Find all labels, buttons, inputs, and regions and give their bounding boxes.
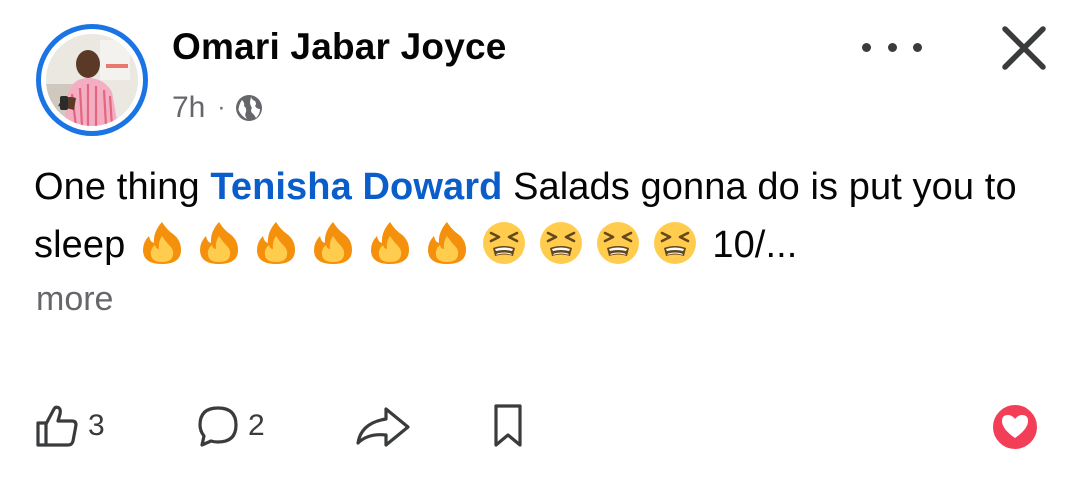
post-text-before-mention: One thing <box>34 166 211 208</box>
author-avatar-ring[interactable] <box>36 24 148 136</box>
share-arrow-icon <box>356 407 410 447</box>
more-options-icon <box>862 42 871 52</box>
thumbs-up-icon <box>36 405 78 447</box>
comment-bubble-icon <box>198 406 238 447</box>
fire-emoji <box>314 221 353 264</box>
bookmark-icon <box>494 404 522 447</box>
close-button[interactable] <box>994 18 1054 78</box>
post-meta: 7h · <box>172 88 263 128</box>
author-name[interactable]: Omari Jabar Joyce <box>172 26 507 68</box>
emoji-row <box>139 220 698 266</box>
comment-count: 2 <box>248 409 265 442</box>
avatar[interactable] <box>46 34 138 126</box>
like-button[interactable]: 3 <box>34 396 105 456</box>
fire-emoji <box>257 221 296 264</box>
heart-reaction-badge <box>991 403 1039 451</box>
fire-emoji <box>428 221 467 264</box>
mention-link[interactable]: Tenisha Doward <box>210 166 502 208</box>
heart-reaction-icon[interactable] <box>990 402 1040 452</box>
profile-photo <box>46 34 138 126</box>
more-options-button[interactable] <box>862 30 922 64</box>
fire-emoji <box>143 221 182 264</box>
meta-separator: · <box>217 94 226 121</box>
tired-face-emoji <box>483 221 526 264</box>
post-timestamp[interactable]: 7h <box>172 91 205 125</box>
tired-face-emoji <box>540 221 583 264</box>
like-count: 3 <box>88 409 105 442</box>
share-button[interactable] <box>352 396 414 456</box>
post-text-truncated: 10/... <box>712 224 798 266</box>
post-body: One thing Tenisha Doward Salads gonna do… <box>34 158 1044 274</box>
fire-emoji <box>200 221 239 264</box>
more-options-dot <box>887 42 897 52</box>
see-more-link[interactable]: more <box>36 280 113 319</box>
fire-emoji <box>371 221 410 264</box>
globe-icon <box>236 95 263 121</box>
more-options-dot <box>913 42 922 52</box>
close-icon <box>1002 26 1046 70</box>
tired-face-emoji <box>597 221 640 264</box>
save-button[interactable] <box>488 396 528 456</box>
comment-button[interactable]: 2 <box>196 396 265 456</box>
tired-face-emoji <box>654 221 697 264</box>
